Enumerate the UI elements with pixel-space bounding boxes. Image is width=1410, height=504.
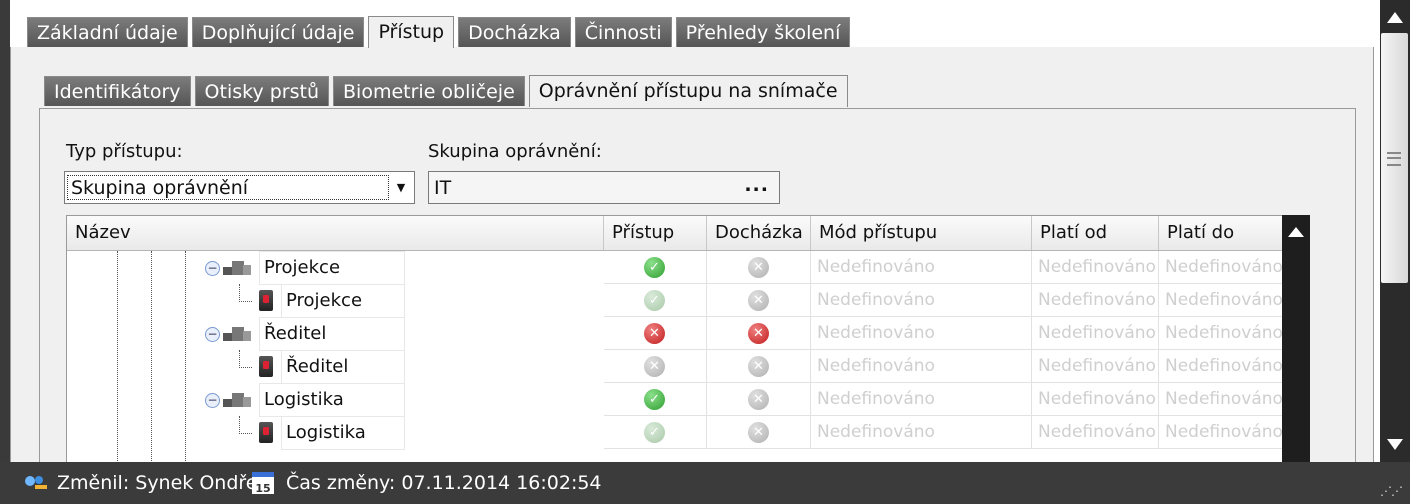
reader-group-icon — [223, 261, 251, 275]
permissions-grid: Název Přístup Docházka Mód přístupu Plat… — [66, 215, 1283, 464]
chevron-down-icon[interactable]: ▼ — [390, 176, 412, 200]
scroll-down-icon[interactable] — [1387, 439, 1403, 450]
changed-by-text: Změnil: Synek Ondřej — [57, 472, 263, 494]
valid-from-cell[interactable]: Nedefinováno — [1032, 416, 1159, 449]
tab-zakladni-udaje[interactable]: Základní údaje — [27, 17, 188, 47]
valid-from-cell[interactable]: Nedefinováno — [1032, 383, 1159, 416]
main-tabs: Základní údaje Doplňující údaje Přístup … — [27, 16, 851, 48]
scroll-up-icon[interactable] — [1387, 12, 1403, 23]
access-type-label: Typ přístupu: — [66, 141, 183, 162]
tree-connector — [239, 284, 252, 302]
valid-to-cell[interactable]: Nedefinováno — [1159, 383, 1282, 416]
collapse-icon[interactable]: − — [205, 327, 220, 342]
reader-device-icon — [259, 422, 273, 443]
access-status-icon[interactable]: ✓ — [644, 389, 665, 410]
subtab-opravneni-pristupu[interactable]: Oprávnění přístupu na snímače — [528, 75, 848, 107]
column-header-nazev[interactable]: Název — [67, 216, 604, 250]
valid-from-cell[interactable]: Nedefinováno — [1032, 251, 1159, 284]
tree-connector — [239, 416, 252, 434]
collapse-icon[interactable]: − — [205, 393, 220, 408]
changed-at-text: Čas změny: 07.11.2014 16:02:54 — [286, 472, 602, 494]
resize-grip-icon[interactable]: ⋰⋰ — [1380, 484, 1403, 498]
tree-group-row[interactable]: − Ředitel ✕ ✕ Nedefinováno Nedefinováno Nedefi… — [67, 317, 1282, 351]
valid-to-cell[interactable]: Nedefinováno — [1159, 251, 1282, 284]
tab-cinnosti[interactable]: Činnosti — [574, 17, 672, 47]
valid-from-cell[interactable]: Nedefinováno — [1032, 350, 1159, 383]
calendar-icon: 15 — [252, 472, 274, 495]
window-scrollbar[interactable] — [1380, 0, 1410, 462]
access-mode-cell[interactable]: Nedefinováno — [811, 317, 1032, 350]
access-status-icon[interactable]: ✓ — [644, 257, 665, 278]
attendance-status-icon[interactable]: ✕ — [748, 323, 769, 344]
grip-icon — [1387, 152, 1401, 166]
access-type-select[interactable]: Skupina oprávnění ▼ — [64, 171, 415, 204]
tree-item-label: Ředitel — [259, 317, 405, 351]
access-mode-cell[interactable]: Nedefinováno — [811, 383, 1032, 416]
tree-connector — [239, 350, 252, 368]
column-header-dochazka[interactable]: Docházka — [707, 216, 811, 250]
reader-device-icon — [259, 356, 273, 377]
tree-item-label: Projekce — [281, 284, 405, 318]
reader-group-icon — [223, 393, 251, 407]
subtab-identifikatory[interactable]: Identifikátory — [44, 76, 191, 106]
access-type-value: Skupina oprávnění — [67, 175, 389, 200]
permission-group-label: Skupina oprávnění: — [428, 141, 602, 162]
tab-prehledy-skoleni[interactable]: Přehledy školení — [675, 17, 851, 47]
valid-to-cell[interactable]: Nedefinováno — [1159, 416, 1282, 449]
tree-device-row[interactable]: Logistika ✓ ✕ Nedefinováno Nedefinováno Nedef… — [67, 416, 1282, 450]
grid-scrollbar[interactable] — [1282, 215, 1310, 462]
access-mode-cell[interactable]: Nedefinováno — [811, 416, 1032, 449]
permission-group-value: IT — [434, 177, 452, 199]
subtab-biometrie-obliceje[interactable]: Biometrie obličeje — [333, 76, 525, 106]
sub-tabs: Identifikátory Otisky prstů Biometrie ob… — [44, 75, 848, 107]
reader-group-icon — [223, 327, 251, 341]
reader-device-icon — [259, 290, 273, 311]
tree-item-label: Projekce — [259, 251, 405, 285]
tab-dochazka[interactable]: Docházka — [458, 17, 571, 47]
valid-from-cell[interactable]: Nedefinováno — [1032, 317, 1159, 350]
attendance-status-icon[interactable]: ✕ — [748, 290, 769, 311]
tree-item-label: Logistika — [259, 383, 405, 417]
window-frame: Základní údaje Doplňující údaje Přístup … — [0, 0, 1380, 464]
attendance-status-icon[interactable]: ✕ — [748, 257, 769, 278]
valid-from-cell[interactable]: Nedefinováno — [1032, 284, 1159, 317]
attendance-status-icon[interactable]: ✕ — [748, 389, 769, 410]
column-header-mod-pristupu[interactable]: Mód přístupu — [811, 216, 1032, 250]
left-border — [0, 0, 10, 462]
browse-button[interactable]: ... — [744, 174, 769, 196]
access-status-icon[interactable]: ✕ — [644, 356, 665, 377]
grid-header: Název Přístup Docházka Mód přístupu Plat… — [67, 216, 1282, 251]
access-mode-cell[interactable]: Nedefinováno — [811, 251, 1032, 284]
collapse-icon[interactable]: − — [205, 261, 220, 276]
valid-to-cell[interactable]: Nedefinováno — [1159, 350, 1282, 383]
access-status-icon[interactable]: ✓ — [644, 290, 665, 311]
valid-to-cell[interactable]: Nedefinováno — [1159, 284, 1282, 317]
valid-to-cell[interactable]: Nedefinováno — [1159, 317, 1282, 350]
permission-group-picker[interactable]: IT ... — [428, 171, 780, 204]
tab-pristup[interactable]: Přístup — [368, 16, 455, 48]
access-status-icon[interactable]: ✕ — [644, 323, 665, 344]
status-bar: Změnil: Synek Ondřej 15 Čas změny: 07.11… — [0, 462, 1410, 504]
access-mode-cell[interactable]: Nedefinováno — [811, 350, 1032, 383]
attendance-status-icon[interactable]: ✕ — [748, 356, 769, 377]
scroll-up-icon[interactable] — [1288, 227, 1304, 237]
subtab-otisky-prstu[interactable]: Otisky prstů — [194, 76, 330, 106]
column-header-plati-do[interactable]: Platí do — [1159, 216, 1282, 250]
tree-device-row[interactable]: Projekce ✓ ✕ Nedefinováno Nedefinováno Nedefi… — [67, 284, 1282, 318]
attendance-status-icon[interactable]: ✕ — [748, 422, 769, 443]
users-icon — [25, 476, 47, 489]
column-header-pristup[interactable]: Přístup — [604, 216, 707, 250]
tree-item-label: Ředitel — [281, 350, 405, 384]
tree-group-row[interactable]: − Logistika ✓ ✕ Nedefinováno Nedefinováno Nede… — [67, 383, 1282, 417]
tab-doplnujici-udaje[interactable]: Doplňující údaje — [191, 17, 365, 47]
tree-item-label: Logistika — [281, 416, 405, 450]
access-mode-cell[interactable]: Nedefinováno — [811, 284, 1032, 317]
tree-group-row[interactable]: − Projekce ✓ ✕ Nedefinováno Nedefinováno Nedef… — [67, 251, 1282, 285]
access-status-icon[interactable]: ✓ — [644, 422, 665, 443]
column-header-plati-od[interactable]: Platí od — [1032, 216, 1159, 250]
tree-device-row[interactable]: Ředitel ✕ ✕ Nedefinováno Nedefinováno Nedefin… — [67, 350, 1282, 384]
